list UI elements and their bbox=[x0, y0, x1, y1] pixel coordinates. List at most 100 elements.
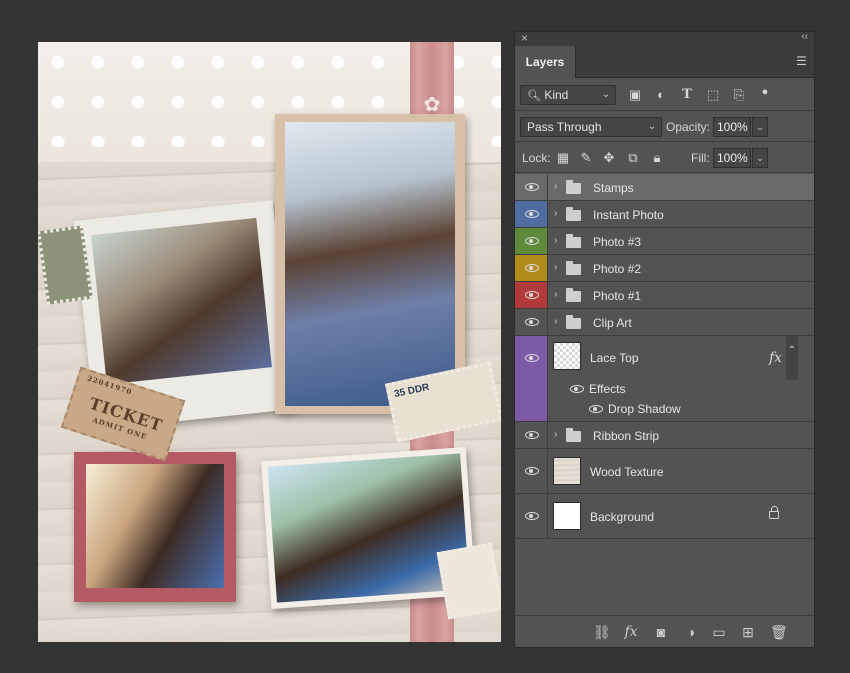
layer-thumbnail bbox=[553, 342, 581, 370]
couple-photo bbox=[86, 464, 224, 588]
panel-title-bar: × ‹‹ bbox=[515, 31, 814, 46]
layer-name: Instant Photo bbox=[593, 208, 664, 222]
new-group-icon[interactable]: ▭ bbox=[711, 624, 727, 640]
search-icon: 🔍︎ bbox=[527, 90, 541, 102]
add-mask-icon[interactable]: ◙ bbox=[653, 624, 669, 640]
instant-photo bbox=[275, 114, 465, 414]
layer-color-tag bbox=[515, 309, 548, 335]
fx-icon[interactable]: fx bbox=[769, 350, 782, 366]
delete-layer-icon[interactable]: 🗑︎ bbox=[770, 624, 788, 640]
eye-icon[interactable] bbox=[525, 318, 539, 326]
eye-icon[interactable] bbox=[525, 431, 539, 439]
layer-name: Photo #2 bbox=[593, 262, 642, 276]
shape-filter-icon[interactable]: ⬚ bbox=[705, 87, 721, 103]
tab-layers[interactable]: Layers bbox=[515, 46, 576, 78]
fill-input[interactable]: 100% bbox=[713, 148, 751, 168]
layer-instant-photo[interactable]: › Instant Photo bbox=[515, 201, 814, 228]
layer-color-tag bbox=[515, 201, 548, 227]
document-canvas[interactable]: ✿ 35 DDR TICKET 22041970 ADMIT ONE bbox=[38, 42, 501, 642]
layer-color-tag bbox=[515, 228, 548, 254]
layer-color-tag bbox=[515, 255, 548, 281]
layer-name: Clip Art bbox=[593, 316, 632, 330]
layer-name: Ribbon Strip bbox=[593, 429, 660, 443]
layer-color-tag bbox=[515, 449, 548, 493]
blend-mode-dropdown[interactable]: Pass Through ⌄ bbox=[520, 117, 662, 137]
layer-wood-texture[interactable]: Wood Texture bbox=[515, 449, 814, 494]
eye-icon[interactable] bbox=[525, 183, 539, 191]
panel-tab-bar: Layers ☰ bbox=[515, 46, 814, 78]
lock-position-move-icon[interactable]: ✥ bbox=[601, 150, 617, 166]
chevron-right-icon[interactable]: › bbox=[554, 289, 557, 300]
layers-panel: × ‹‹ Layers ☰ 🔍︎ Kind ⌄ ▣ ◐ T ⬚ ⎘ ● Pass… bbox=[514, 31, 815, 648]
new-adjustment-layer-icon[interactable]: ◑ bbox=[683, 624, 699, 640]
chevron-right-icon[interactable]: › bbox=[554, 262, 557, 273]
layer-photo-3[interactable]: › Photo #3 bbox=[515, 228, 814, 255]
clover-icon: ✿ bbox=[423, 94, 441, 116]
eye-icon[interactable] bbox=[525, 354, 539, 362]
layer-thumbnail bbox=[553, 502, 581, 530]
layer-background[interactable]: Background bbox=[515, 494, 814, 539]
layer-ribbon-strip[interactable]: › Ribbon Strip bbox=[515, 422, 814, 449]
eye-icon[interactable] bbox=[525, 237, 539, 245]
layer-lace-top[interactable]: Lace Top fx ⌃ Effects Drop Shadow bbox=[515, 336, 814, 422]
layer-name: Photo #3 bbox=[593, 235, 642, 249]
couple-photo bbox=[91, 217, 272, 385]
lock-artboard-icon[interactable]: ⧉ bbox=[625, 150, 641, 166]
chevron-right-icon[interactable]: › bbox=[554, 235, 557, 246]
layer-stamps[interactable]: › Stamps bbox=[515, 174, 814, 201]
eye-icon[interactable] bbox=[525, 512, 539, 520]
chevron-down-icon: ⌄ bbox=[647, 121, 656, 132]
drop-shadow-label[interactable]: Drop Shadow bbox=[608, 402, 681, 416]
collapse-icon[interactable]: ‹‹ bbox=[801, 31, 808, 42]
layer-photo-2[interactable]: › Photo #2 bbox=[515, 255, 814, 282]
filter-kind-dropdown[interactable]: 🔍︎ Kind ⌄ bbox=[520, 85, 616, 105]
chevron-right-icon[interactable]: › bbox=[554, 181, 557, 192]
photo-2-frame bbox=[74, 452, 236, 602]
opacity-label: Opacity: bbox=[666, 120, 711, 134]
layer-name: Lace Top bbox=[590, 351, 639, 365]
couple-photo bbox=[285, 122, 455, 406]
opacity-chevron-down-icon[interactable]: ⌄ bbox=[752, 117, 768, 137]
folder-icon bbox=[566, 207, 581, 221]
close-icon[interactable]: × bbox=[521, 31, 528, 45]
new-layer-icon[interactable]: ⊞ bbox=[740, 624, 756, 640]
folder-icon bbox=[566, 288, 581, 302]
filter-row: 🔍︎ Kind ⌄ ▣ ◐ T ⬚ ⎘ ● bbox=[515, 79, 814, 111]
lock-image-brush-icon[interactable]: ✎ bbox=[578, 150, 594, 166]
link-layers-icon[interactable]: ⛓ bbox=[593, 624, 611, 640]
layer-color-tag bbox=[515, 336, 548, 421]
eye-icon[interactable] bbox=[525, 210, 539, 218]
lock-transparency-icon[interactable]: ▦ bbox=[555, 150, 571, 166]
eye-icon[interactable] bbox=[570, 385, 584, 393]
folder-icon bbox=[566, 315, 581, 329]
filter-toggle-icon[interactable]: ● bbox=[757, 84, 773, 100]
chevron-right-icon[interactable]: › bbox=[554, 208, 557, 219]
lock-row: Lock: ▦ ✎ ✥ ⧉ 🔒︎ Fill: 100% ⌄ bbox=[515, 143, 814, 173]
adjustment-filter-icon[interactable]: ◐ bbox=[653, 87, 669, 103]
type-filter-icon[interactable]: T bbox=[679, 87, 695, 103]
blend-row: Pass Through ⌄ Opacity: 100% ⌄ bbox=[515, 112, 814, 142]
opacity-input[interactable]: 100% bbox=[713, 117, 751, 137]
layer-clip-art[interactable]: › Clip Art bbox=[515, 309, 814, 336]
image-filter-icon[interactable]: ▣ bbox=[627, 87, 643, 103]
layer-photo-1[interactable]: › Photo #1 bbox=[515, 282, 814, 309]
lock-icon bbox=[769, 506, 779, 519]
chevron-right-icon[interactable]: › bbox=[554, 429, 557, 440]
chevron-up-icon[interactable]: ⌃ bbox=[786, 336, 798, 380]
eye-icon[interactable] bbox=[525, 291, 539, 299]
eye-icon[interactable] bbox=[525, 264, 539, 272]
add-layer-style-icon[interactable]: fx bbox=[623, 624, 639, 640]
layer-color-tag bbox=[515, 422, 548, 448]
chevron-right-icon[interactable]: › bbox=[554, 316, 557, 327]
lock-all-icon[interactable]: 🔒︎ bbox=[649, 150, 665, 166]
eye-icon[interactable] bbox=[589, 405, 603, 413]
layer-color-tag bbox=[515, 174, 548, 200]
effects-label: Effects bbox=[589, 382, 626, 396]
fill-chevron-down-icon[interactable]: ⌄ bbox=[752, 148, 768, 168]
panel-footer: ⛓ fx ◙ ◑ ▭ ⊞ 🗑︎ bbox=[515, 615, 814, 647]
panel-menu-icon[interactable]: ☰ bbox=[796, 55, 808, 67]
smart-object-filter-icon[interactable]: ⎘ bbox=[731, 87, 747, 103]
couple-photo bbox=[267, 453, 470, 603]
folder-icon bbox=[566, 180, 581, 194]
eye-icon[interactable] bbox=[525, 467, 539, 475]
